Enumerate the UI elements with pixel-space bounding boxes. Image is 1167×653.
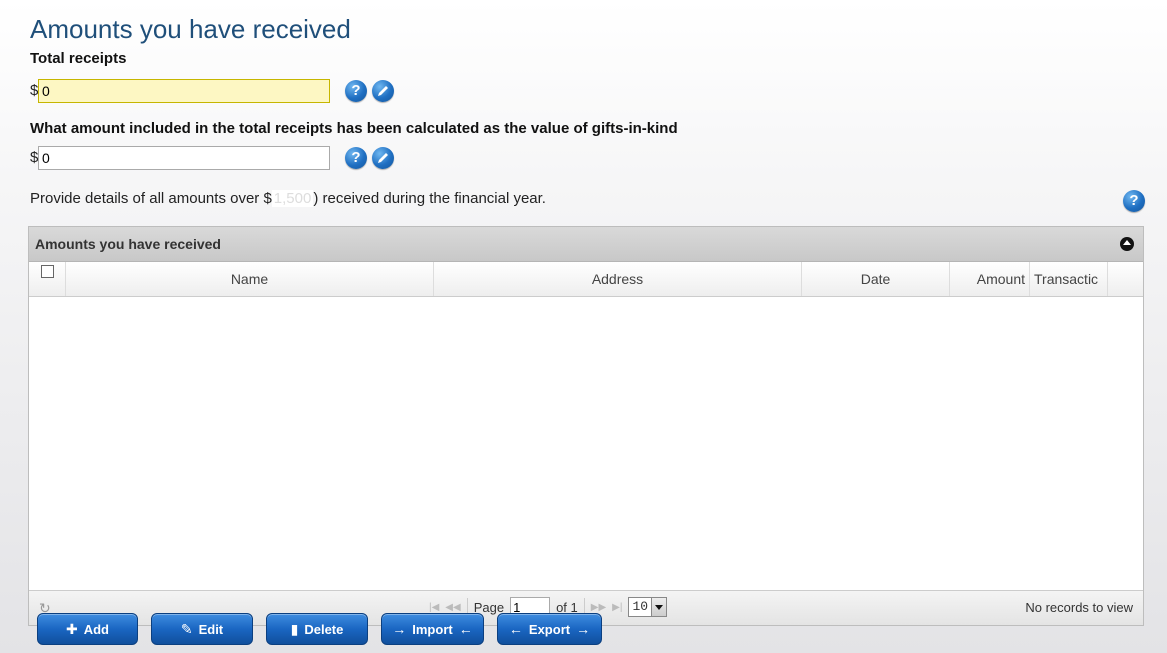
total-receipts-label: Total receipts [30, 50, 127, 67]
arrow-right-icon: → [576, 621, 591, 637]
provide-prefix: Provide details of all amounts over $ [30, 190, 272, 207]
help-icon[interactable]: ? [345, 147, 367, 169]
plus-icon: ✚ [65, 620, 78, 637]
column-header-filler [1108, 262, 1143, 296]
first-page-icon[interactable]: |◀ [429, 602, 439, 613]
provide-suffix: ) received during the financial year. [313, 190, 546, 207]
rows-per-page-select[interactable]: 10 [628, 597, 668, 617]
column-header-name[interactable]: Name [66, 262, 434, 296]
export-button[interactable]: ← Export → [497, 613, 602, 645]
export-button-label: Export [528, 621, 571, 637]
delete-button[interactable]: ▮ Delete [266, 613, 368, 645]
arrow-left-icon: ← [508, 621, 523, 637]
arrow-right-icon: → [392, 621, 407, 637]
import-button[interactable]: → Import ← [381, 613, 484, 645]
add-button-label: Add [83, 621, 109, 637]
help-icon[interactable]: ? [345, 80, 367, 102]
grid-body [29, 297, 1143, 592]
pencil-icon: ✎ [180, 620, 193, 637]
column-header-address[interactable]: Address [434, 262, 802, 296]
chevron-down-icon [651, 598, 667, 616]
help-icon[interactable]: ? [1123, 190, 1145, 212]
masked-threshold: 1,500 [271, 190, 314, 207]
prev-page-icon[interactable]: ◀◀ [445, 602, 460, 613]
import-button-label: Import [412, 621, 453, 637]
gifts-in-kind-label: What amount included in the total receip… [30, 120, 678, 137]
add-button[interactable]: ✚ Add [37, 613, 138, 645]
action-bar: ✚ Add ✎ Edit ▮ Delete → Import ← ← Expor… [37, 613, 602, 645]
provide-details-text: Provide details of all amounts over $1,5… [30, 190, 546, 207]
collapse-icon[interactable] [1120, 237, 1134, 251]
last-page-icon[interactable]: ▶| [612, 602, 622, 613]
total-receipts-input[interactable] [38, 79, 330, 103]
select-all-checkbox[interactable] [40, 265, 54, 278]
select-all-cell [29, 262, 66, 296]
amounts-grid: Amounts you have received Name Address D… [28, 226, 1144, 626]
column-header-date[interactable]: Date [802, 262, 950, 296]
arrow-left-icon: ← [458, 621, 473, 637]
delete-button-label: Delete [304, 621, 344, 637]
column-header-transaction[interactable]: Transactic [1030, 262, 1108, 296]
calculator-pencil-icon[interactable] [372, 147, 394, 169]
next-page-icon[interactable]: ▶▶ [591, 602, 606, 613]
grid-caption: Amounts you have received [29, 227, 1143, 262]
trash-icon: ▮ [290, 620, 299, 637]
column-header-amount[interactable]: Amount [950, 262, 1030, 296]
edit-button[interactable]: ✎ Edit [151, 613, 253, 645]
records-info: No records to view [1025, 600, 1133, 615]
grid-caption-title: Amounts you have received [35, 236, 221, 252]
rows-per-page-value: 10 [632, 599, 649, 614]
grid-header-row: Name Address Date Amount Transactic [29, 262, 1143, 297]
gifts-in-kind-input[interactable] [38, 146, 330, 170]
page-title: Amounts you have received [30, 14, 351, 44]
calculator-pencil-icon[interactable] [372, 80, 394, 102]
edit-button-label: Edit [198, 621, 224, 637]
